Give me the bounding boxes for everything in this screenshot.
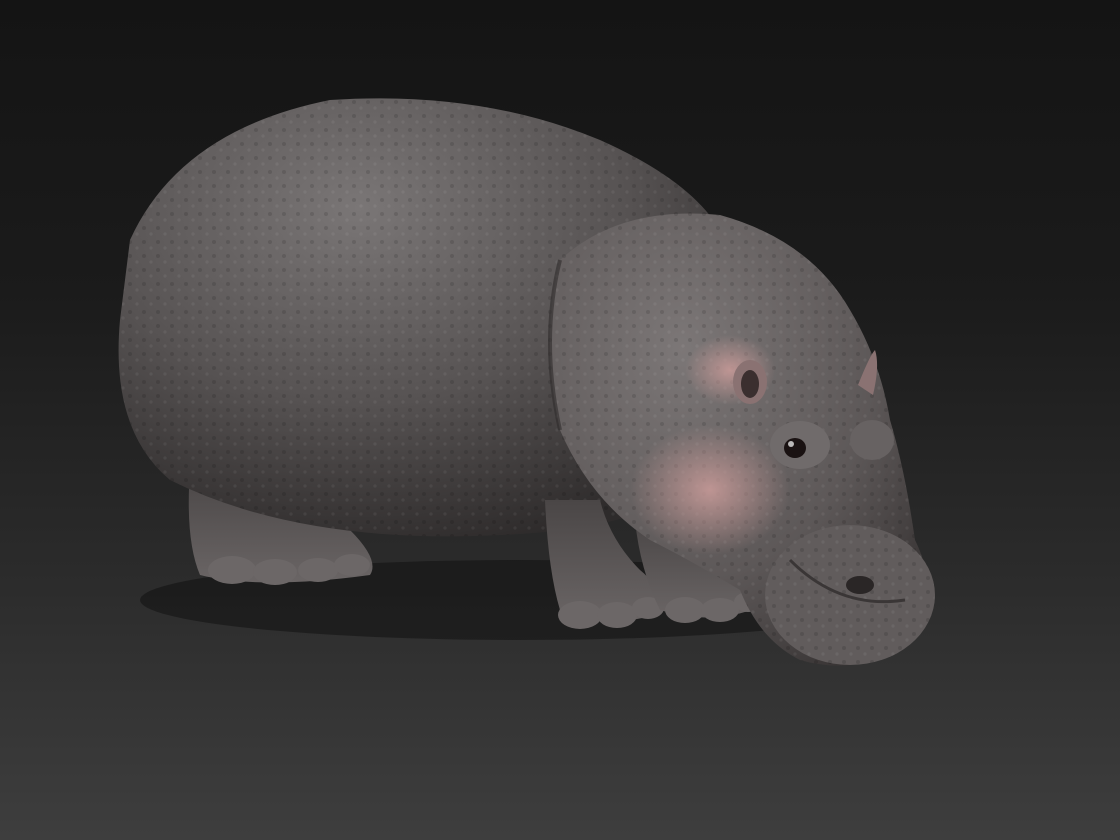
nostril-icon bbox=[846, 576, 874, 594]
cheek-pink bbox=[630, 425, 790, 555]
hippo-render bbox=[118, 98, 935, 666]
viewport bbox=[0, 0, 1120, 840]
eye-icon bbox=[784, 438, 806, 458]
forehead-bump bbox=[850, 420, 894, 460]
